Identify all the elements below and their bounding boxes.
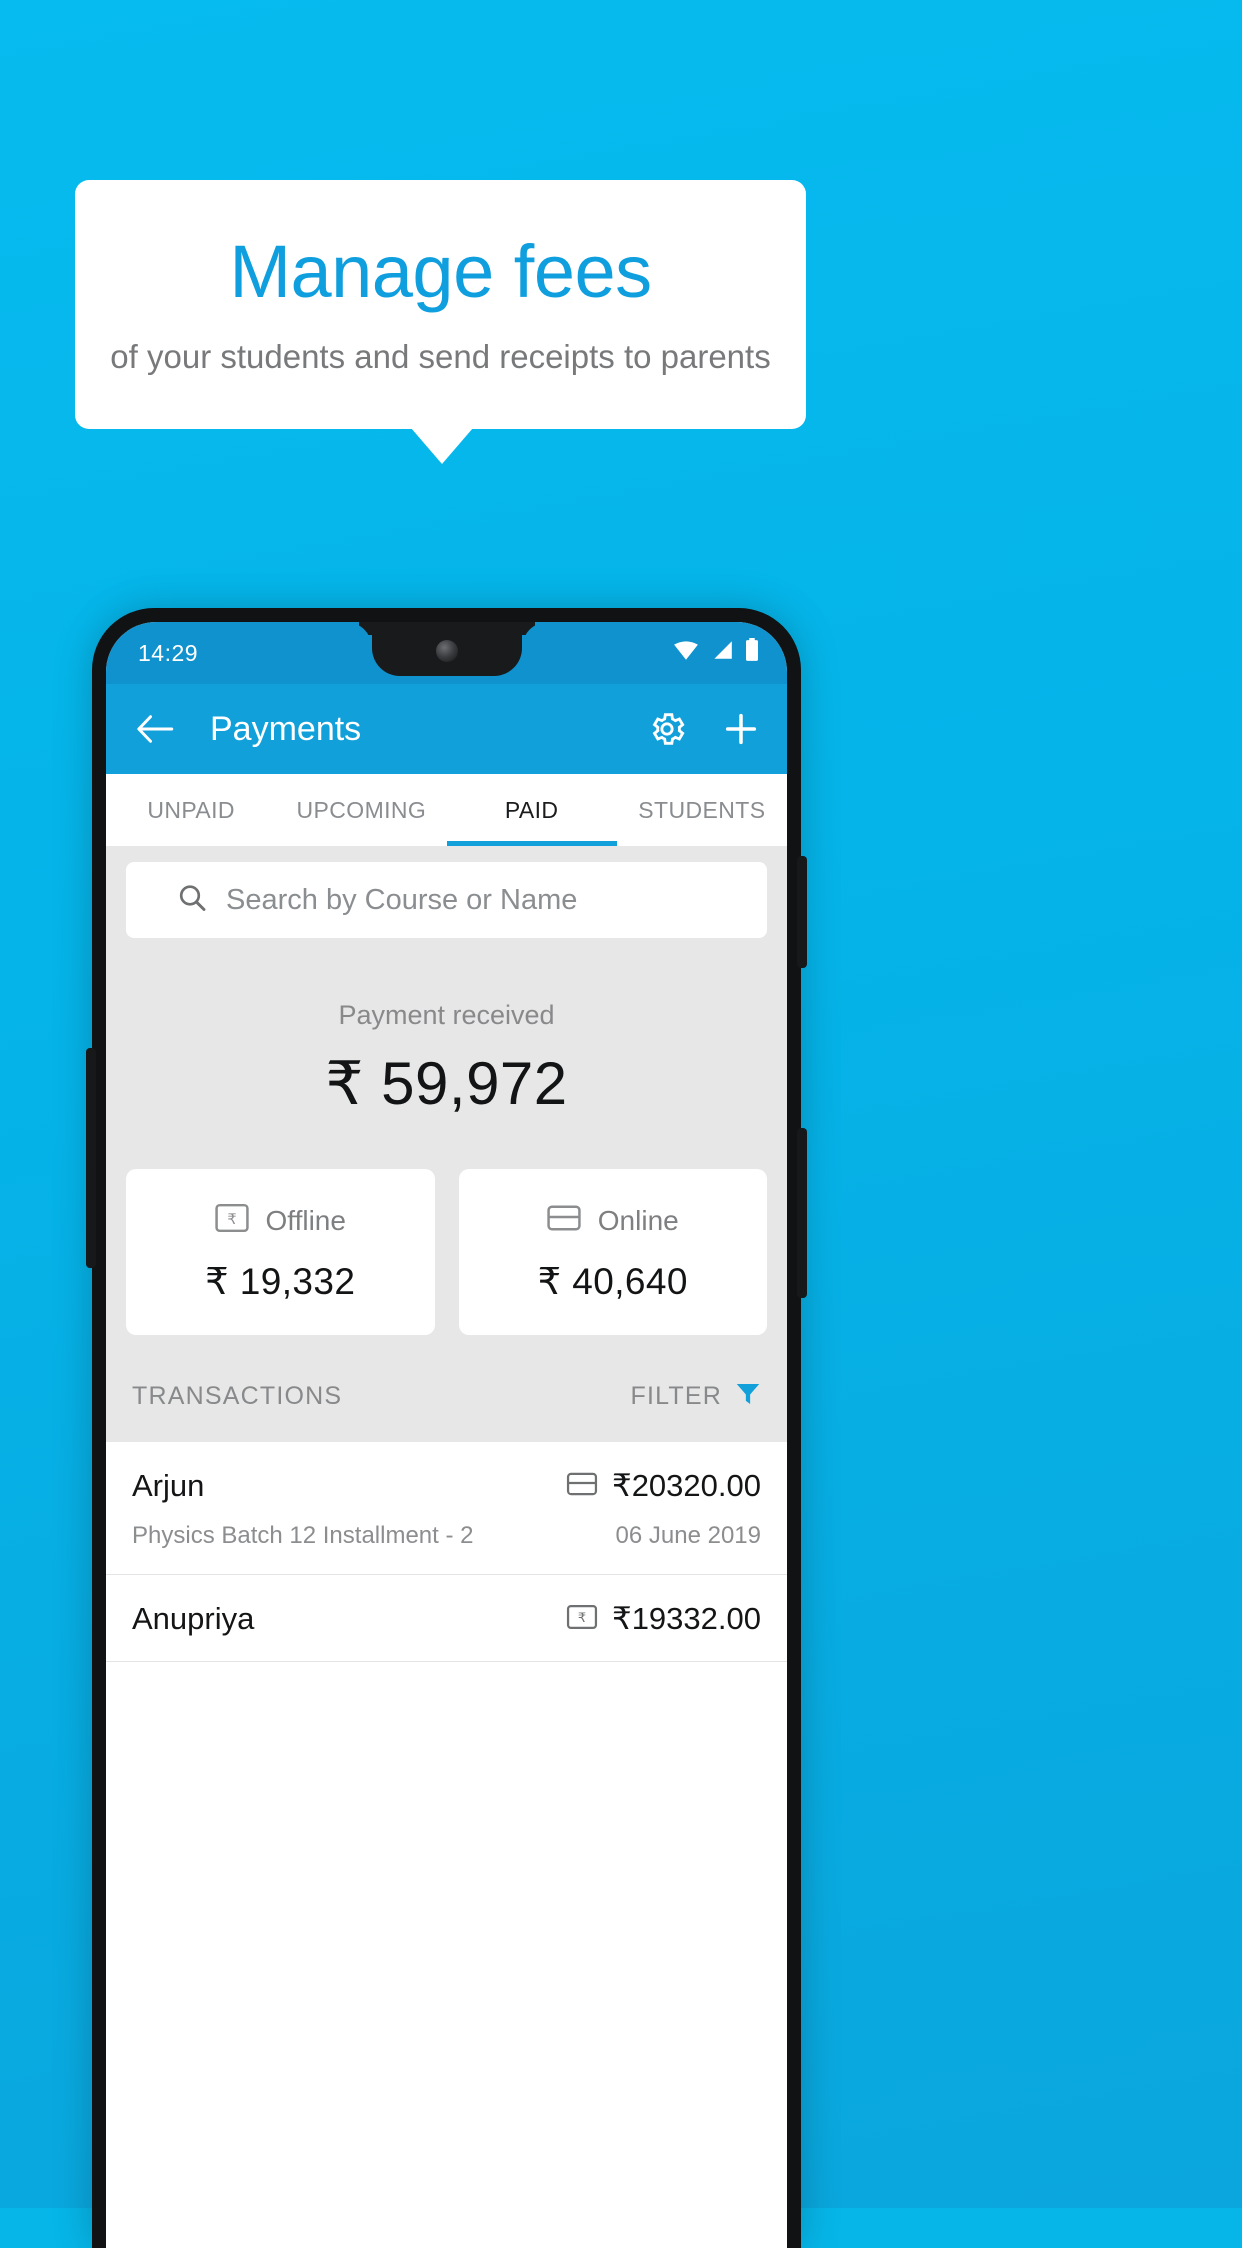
- transaction-amount-group: ₹20320.00: [566, 1468, 761, 1504]
- online-payment-card[interactable]: Online ₹ 40,640: [458, 1169, 768, 1335]
- tab-upcoming-label: UPCOMING: [296, 796, 427, 823]
- transaction-description: Physics Batch 12 Installment - 2: [132, 1522, 474, 1549]
- transaction-amount: ₹20320.00: [611, 1468, 761, 1503]
- app-bar: Payments: [106, 684, 787, 774]
- transactions-label: TRANSACTIONS: [132, 1382, 343, 1410]
- transaction-date: 06 June 2019: [615, 1522, 761, 1549]
- promo-callout-card: Manage fees of your students and send re…: [75, 180, 806, 429]
- page-title: Payments: [210, 709, 362, 748]
- online-card-amount: ₹ 40,640: [537, 1261, 688, 1302]
- transaction-amount: ₹19332.00: [611, 1601, 761, 1636]
- offline-card-head: ₹ Offline: [126, 1203, 435, 1238]
- transaction-secondary-line: Physics Batch 12 Installment - 2 06 June…: [132, 1522, 761, 1550]
- funnel-icon: [735, 1381, 761, 1412]
- back-arrow-icon[interactable]: [136, 713, 174, 745]
- tab-unpaid-label: UNPAID: [147, 796, 235, 823]
- phone-power-button: [797, 856, 807, 968]
- promo-subtitle: of your students and send receipts to pa…: [110, 338, 771, 376]
- phone-screen: 14:29 Payments UNPAID UPCOMING PAID STUD…: [106, 622, 787, 2248]
- transaction-amount-group: ₹ ₹19332.00: [566, 1601, 761, 1637]
- filter-label: FILTER: [630, 1382, 722, 1410]
- search-input[interactable]: Search by Course or Name: [126, 862, 767, 938]
- credit-card-icon: [566, 1471, 598, 1502]
- credit-card-icon: [547, 1203, 581, 1238]
- tab-paid[interactable]: PAID: [446, 774, 618, 846]
- transaction-primary-line: Arjun ₹20320.00: [132, 1468, 761, 1504]
- search-placeholder: Search by Course or Name: [226, 883, 578, 916]
- plus-icon[interactable]: [721, 709, 761, 749]
- battery-icon: [745, 638, 759, 668]
- banknote-rupee-icon: ₹: [214, 1203, 249, 1238]
- tab-unpaid[interactable]: UNPAID: [106, 774, 276, 846]
- promo-title: Manage fees: [229, 229, 652, 313]
- tab-bar: UNPAID UPCOMING PAID STUDENTS: [106, 774, 787, 846]
- table-row[interactable]: Anupriya ₹ ₹19332.00: [106, 1575, 787, 1662]
- promo-callout-tail: [411, 428, 473, 464]
- payment-received-label: Payment received: [338, 1000, 555, 1030]
- offline-card-label: Offline: [265, 1204, 346, 1236]
- offline-payment-card[interactable]: ₹ Offline ₹ 19,332: [126, 1169, 435, 1335]
- banknote-rupee-icon: ₹: [566, 1604, 598, 1635]
- transaction-student-name: Arjun: [132, 1468, 205, 1503]
- transaction-list: Arjun ₹20320.00 Physics Batch 12 Install…: [106, 1442, 787, 1662]
- offline-card-amount: ₹ 19,332: [205, 1261, 356, 1302]
- signal-icon: [710, 639, 734, 667]
- online-card-label: Online: [597, 1204, 679, 1236]
- payment-received-amount: ₹ 59,972: [325, 1050, 568, 1117]
- transaction-student-name: Anupriya: [132, 1601, 255, 1636]
- paid-tab-content: Search by Course or Name Payment receive…: [106, 846, 787, 1662]
- wifi-icon: [673, 639, 699, 667]
- table-row[interactable]: Arjun ₹20320.00 Physics Batch 12 Install…: [106, 1442, 787, 1575]
- tab-paid-label: PAID: [504, 796, 559, 823]
- svg-text:₹: ₹: [227, 1212, 236, 1228]
- transaction-primary-line: Anupriya ₹ ₹19332.00: [132, 1601, 761, 1637]
- status-time: 14:29: [138, 639, 199, 666]
- tab-students[interactable]: STUDENTS: [617, 774, 787, 846]
- gear-icon[interactable]: [647, 709, 687, 749]
- tab-upcoming[interactable]: UPCOMING: [276, 774, 446, 846]
- status-icon-group: [673, 638, 759, 668]
- transactions-header: TRANSACTIONS FILTER: [106, 1335, 787, 1442]
- phone-volume-button: [797, 1128, 807, 1298]
- tab-students-label: STUDENTS: [638, 796, 766, 823]
- filter-button[interactable]: FILTER: [631, 1381, 761, 1412]
- svg-text:₹: ₹: [578, 1610, 586, 1625]
- phone-mockup: 14:29 Payments UNPAID UPCOMING PAID STUD…: [86, 608, 807, 2248]
- search-icon: [176, 882, 208, 919]
- payment-method-cards: ₹ Offline ₹ 19,332 Online ₹ 40,640: [106, 1119, 787, 1335]
- phone-notch: [371, 622, 522, 676]
- search-section: Search by Course or Name: [106, 846, 787, 938]
- online-card-head: Online: [459, 1203, 768, 1238]
- phone-side-button: [86, 1048, 96, 1268]
- front-camera-icon: [435, 640, 458, 662]
- payment-summary: Payment received ₹ 59,972: [106, 938, 787, 1119]
